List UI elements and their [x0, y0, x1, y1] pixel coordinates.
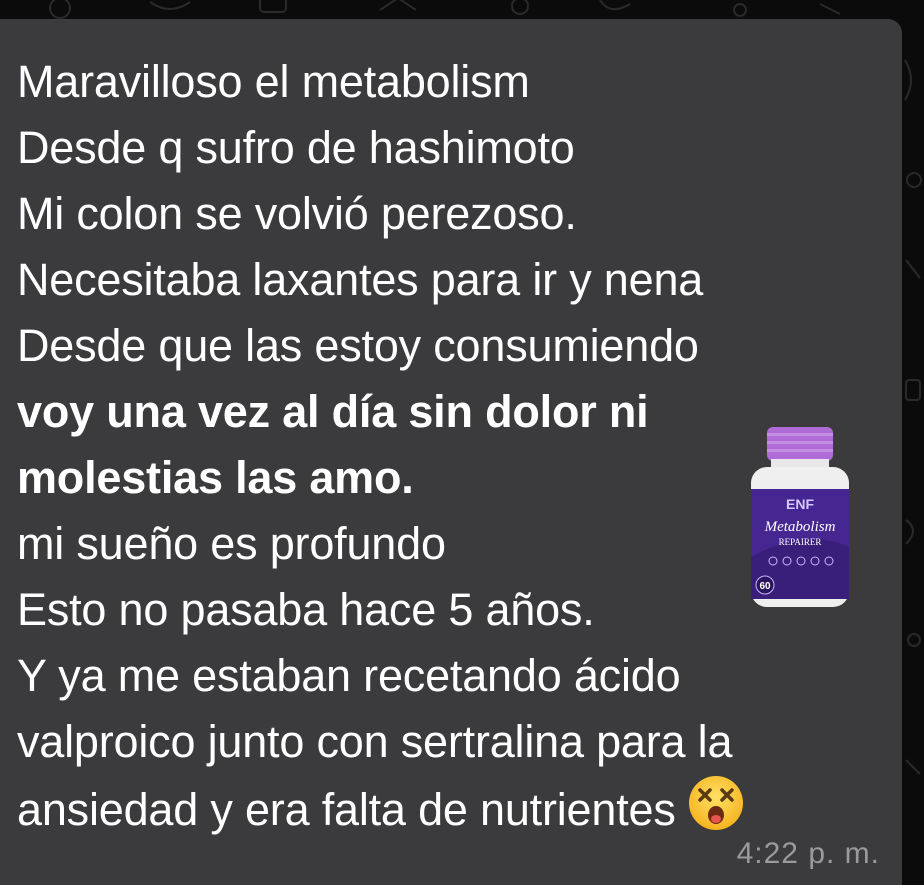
bottle-count: 60 — [759, 581, 771, 592]
message-line: Necesitaba laxantes para ir y nena — [17, 254, 704, 305]
message-line: Desde que las estoy consumiendo — [17, 320, 699, 371]
bottle-brand: ENF — [786, 496, 814, 512]
message-line-with-emoji: ansiedad y era falta de nutrientes — [17, 775, 882, 843]
message-line: Desde q sufro de hashimoto — [17, 122, 575, 173]
product-bottle-image: ENF Metabolism REPAIRER 60 — [751, 427, 849, 607]
bottle-name: Metabolism — [764, 519, 836, 535]
message-line-text: ansiedad y era falta de nutrientes — [17, 784, 676, 835]
message-line: Maravilloso el metabolism — [17, 56, 530, 107]
bottle-subname: REPAIRER — [779, 537, 822, 547]
message-line: Mi colon se volvió perezoso. — [17, 188, 577, 239]
dizzy-face-emoji-icon — [688, 776, 743, 830]
message-line: Y ya me estaban recetando ácido — [17, 650, 681, 701]
message-bubble[interactable]: Maravilloso el metabolism Desde q sufro … — [0, 19, 902, 885]
message-timestamp: 4:22 p. m. — [736, 837, 880, 870]
message-line: valproico junto con sertralina para la — [17, 716, 733, 767]
